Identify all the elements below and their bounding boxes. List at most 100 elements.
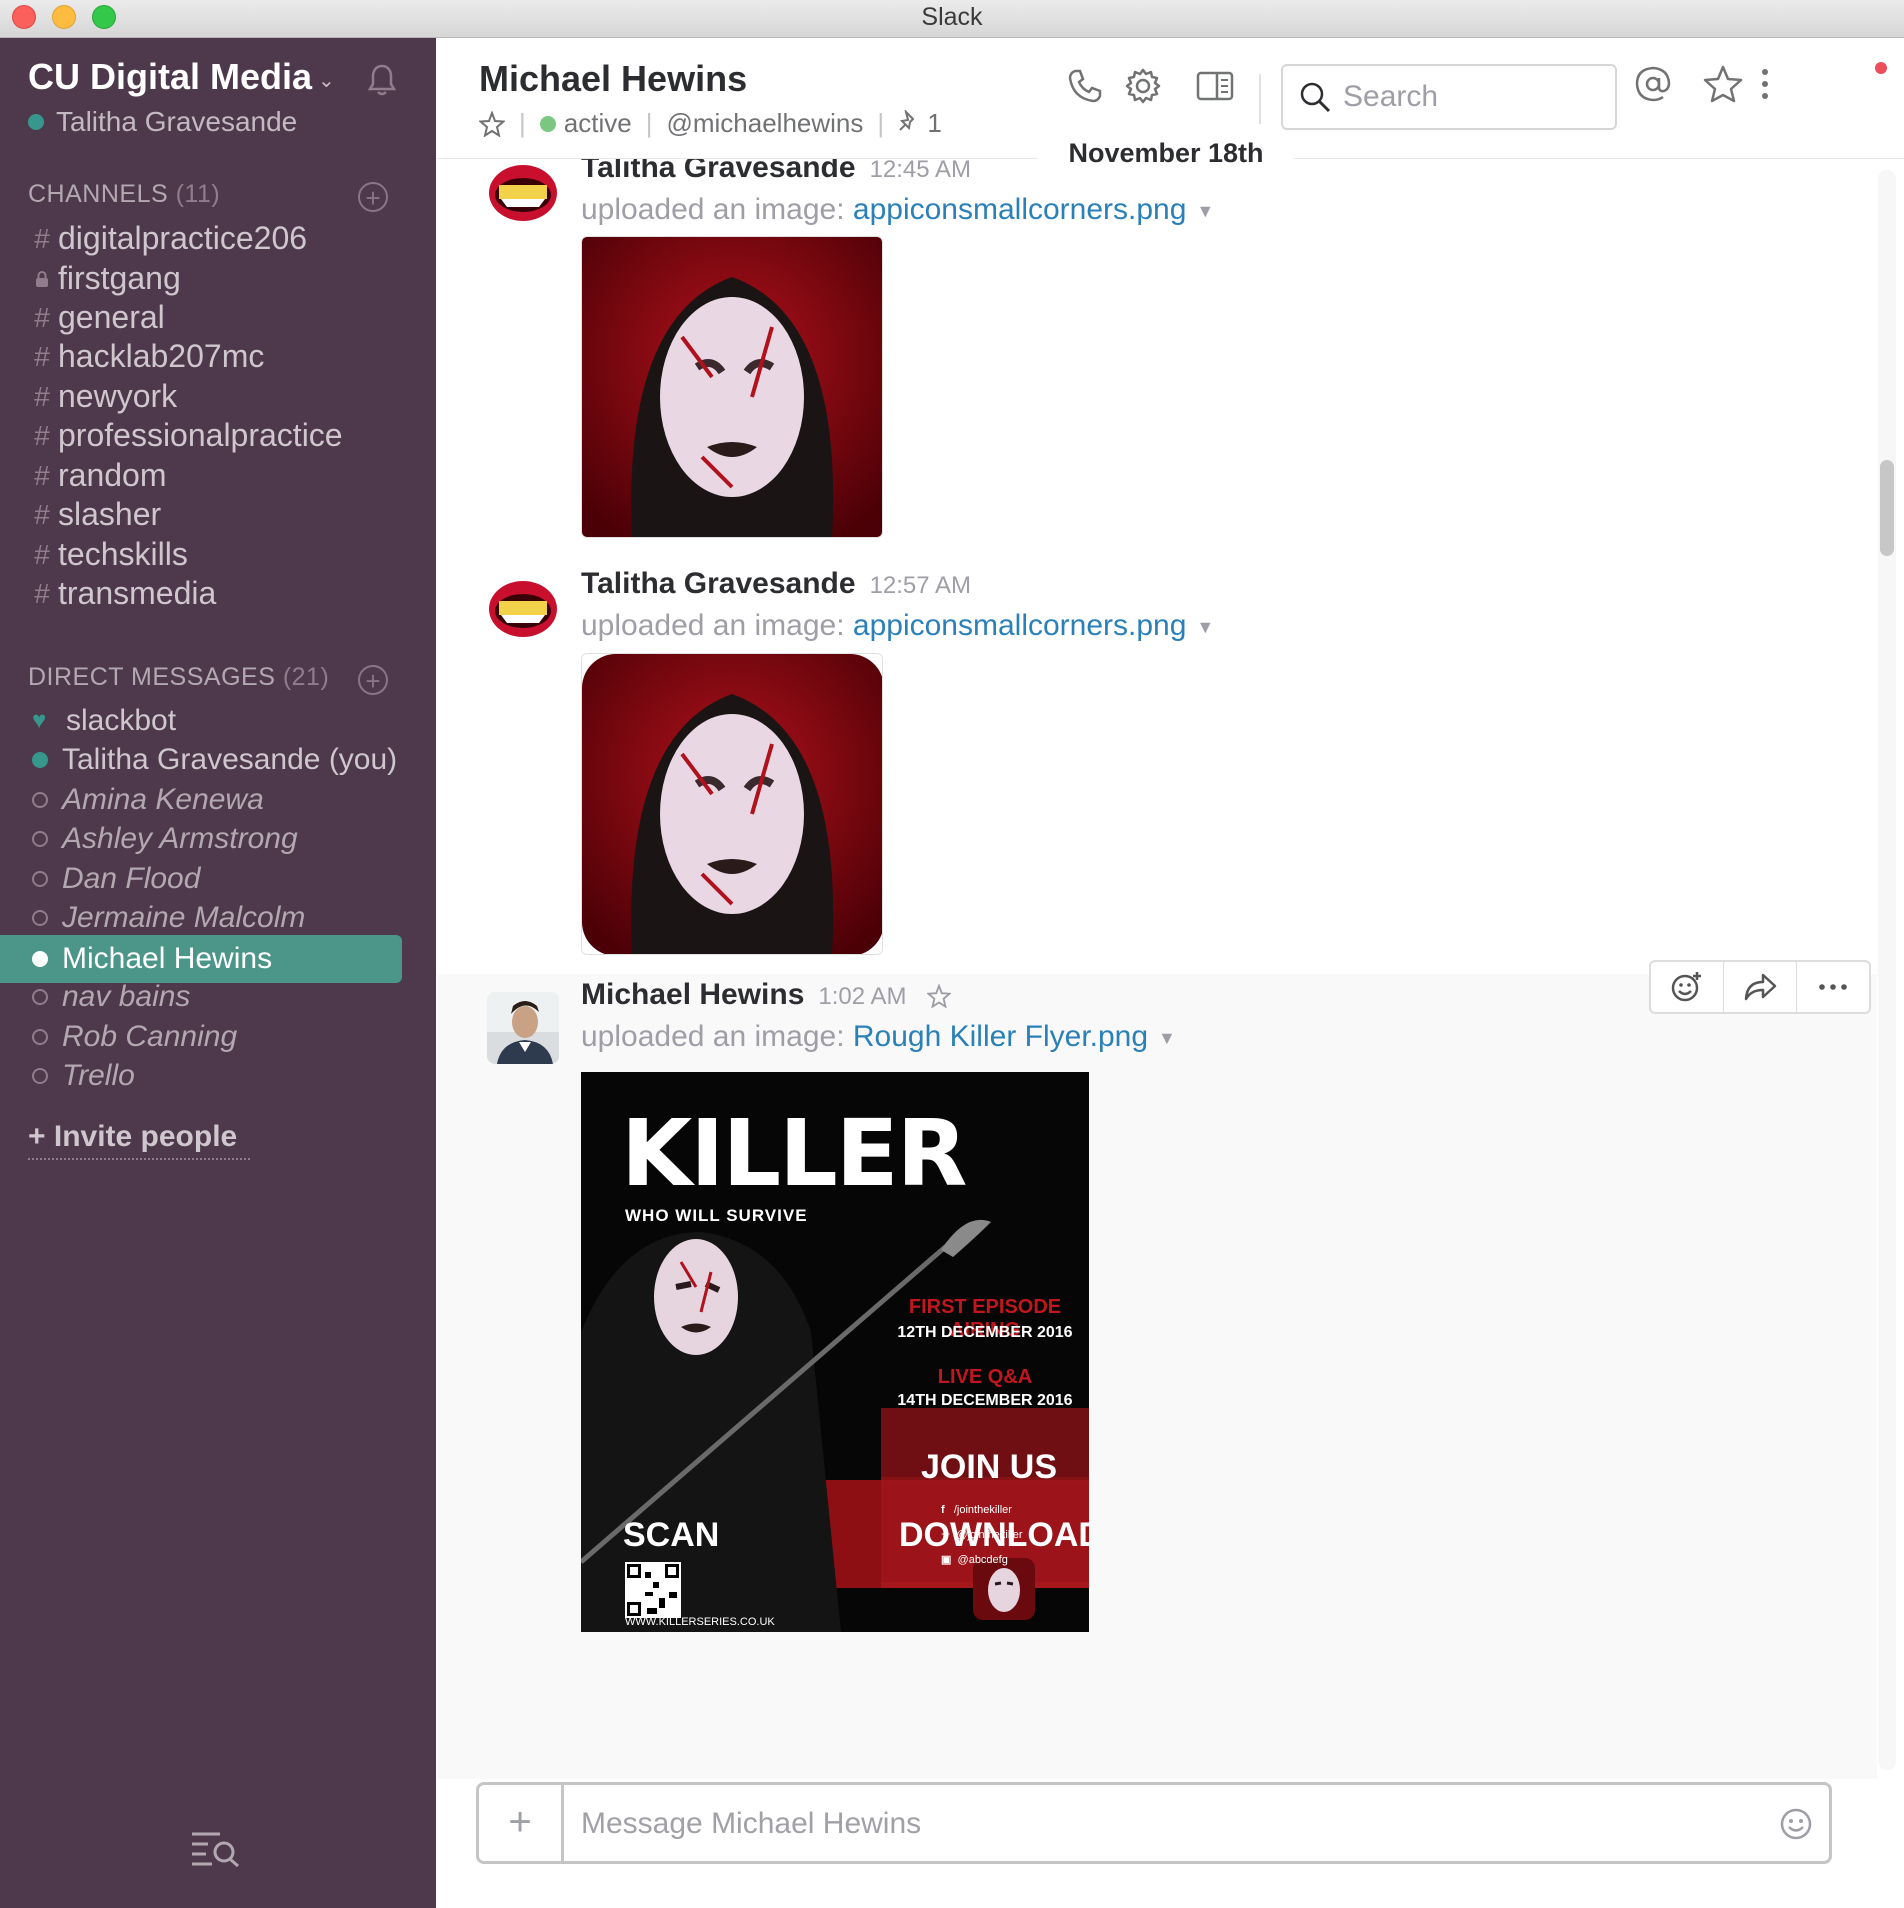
sidebar-item-slackbot[interactable]: ♥ slackbot: [32, 704, 176, 738]
sender-name[interactable]: Michael Hewins: [581, 978, 804, 1011]
timestamp[interactable]: 12:57 AM: [870, 572, 971, 599]
sender-name[interactable]: Talitha Gravesande: [581, 567, 856, 600]
image-thumbnail[interactable]: [581, 236, 883, 538]
avatar[interactable]: [487, 992, 559, 1064]
attach-file-button[interactable]: +: [479, 1785, 564, 1861]
online-status-icon: [32, 752, 48, 768]
sidebar-item-jermaine-malcolm[interactable]: Jermaine Malcolm: [32, 901, 305, 935]
sidebar-item-rob-canning[interactable]: Rob Canning: [32, 1020, 237, 1054]
sidebar-item-random[interactable]: # random: [34, 457, 166, 494]
chevron-down-icon[interactable]: ⌄: [318, 68, 335, 93]
avatar[interactable]: [487, 159, 559, 229]
file-link[interactable]: Rough Killer Flyer.png: [853, 1020, 1148, 1053]
sidebar-item-slasher[interactable]: # slasher: [34, 496, 161, 533]
sidebar-item-professionalpractice[interactable]: # professionalpractice: [34, 417, 342, 454]
message-text: uploaded an image:: [581, 1020, 845, 1053]
pinned-items[interactable]: 1: [898, 108, 942, 139]
caret-down-icon[interactable]: ▼: [1158, 1028, 1176, 1048]
divider: [1259, 74, 1261, 124]
channel-meta: | active | @michaelhewins | 1: [479, 108, 942, 139]
online-status-icon: [28, 114, 44, 130]
sidebar-item-trello[interactable]: Trello: [32, 1059, 135, 1093]
scrollbar-thumb[interactable]: [1880, 460, 1894, 556]
search-box[interactable]: [1281, 64, 1617, 130]
sidebar-item-general[interactable]: # general: [34, 299, 165, 336]
sidebar-item-nav-bains[interactable]: nav bains: [32, 980, 190, 1014]
dm-name: slackbot: [66, 704, 177, 737]
dm-count: (21): [282, 663, 330, 691]
file-link[interactable]: appiconsmallcorners.png: [853, 193, 1187, 226]
sidebar-item-dan-flood[interactable]: Dan Flood: [32, 862, 200, 896]
message-sender[interactable]: Talitha Gravesande 12:57 AM: [581, 567, 971, 601]
add-dm-icon[interactable]: +: [358, 665, 388, 695]
instagram-icon: ▣: [941, 1554, 952, 1566]
presence-status: active: [539, 108, 632, 139]
image-thumbnail-flyer[interactable]: KILLER WHO WILL SURVIVE FIRST EPISODE AI…: [581, 1072, 1089, 1632]
window-title: Slack: [921, 3, 983, 31]
sidebar-item-hacklab207mc[interactable]: # hacklab207mc: [34, 338, 264, 375]
sender-name[interactable]: Talitha Gravesande: [581, 159, 856, 184]
dm-label: DIRECT MESSAGES: [28, 663, 276, 691]
sidebar-item-talitha-gravesande[interactable]: Talitha Gravesande (you): [32, 743, 397, 777]
hash-icon: #: [34, 498, 50, 530]
sidebar-item-transmedia[interactable]: # transmedia: [34, 575, 216, 612]
invite-people-link[interactable]: + Invite people: [28, 1120, 250, 1160]
current-user[interactable]: Talitha Gravesande: [28, 106, 297, 138]
away-status-icon: [32, 1068, 48, 1084]
message-sender[interactable]: Talitha Gravesande 12:45 AM: [581, 159, 971, 185]
sidebar-item-firstgang[interactable]: firstgang: [34, 260, 181, 297]
bell-icon[interactable]: [366, 62, 398, 98]
direct-messages-header[interactable]: DIRECT MESSAGES (21): [28, 663, 329, 692]
message-sender[interactable]: Michael Hewins 1:02 AM: [581, 978, 952, 1012]
active-status-icon: [32, 951, 48, 967]
team-name[interactable]: CU Digital Media: [28, 56, 312, 98]
emoji-icon[interactable]: [1779, 1807, 1813, 1841]
channel-label: slasher: [58, 496, 162, 532]
sidebar-item-digitalpractice206[interactable]: # digitalpractice206: [34, 220, 307, 257]
channel-label: general: [58, 299, 165, 335]
dm-name: Talitha Gravesande (you): [62, 743, 398, 776]
share-message-button[interactable]: [1724, 962, 1797, 1012]
hash-icon: #: [34, 577, 50, 609]
date-divider: November 18th: [1038, 138, 1294, 169]
phone-icon[interactable]: [1065, 66, 1105, 106]
search-input[interactable]: [1341, 79, 1595, 115]
sidebar-toggle-icon[interactable]: [1195, 66, 1235, 106]
instagram-handle: @abcdefg: [957, 1554, 1008, 1566]
caret-down-icon[interactable]: ▼: [1196, 201, 1214, 221]
add-channel-icon[interactable]: +: [358, 182, 388, 212]
flyer-tagline: WHO WILL SURVIVE: [625, 1206, 808, 1225]
mentions-icon[interactable]: [1633, 64, 1673, 104]
sidebar-item-techskills[interactable]: # techskills: [34, 536, 188, 573]
add-reaction-button[interactable]: [1651, 962, 1724, 1012]
more-vertical-icon[interactable]: [1755, 64, 1775, 104]
more-actions-button[interactable]: [1797, 962, 1869, 1012]
pin-icon: [899, 108, 915, 131]
message-input[interactable]: [579, 1801, 1733, 1847]
timestamp[interactable]: 12:45 AM: [870, 159, 971, 183]
timestamp[interactable]: 1:02 AM: [818, 983, 906, 1010]
sidebar-item-michael-hewins[interactable]: Michael Hewins: [0, 935, 402, 983]
invite-label: Invite people: [53, 1120, 238, 1153]
sidebar: CU Digital Media ⌄ Talitha Gravesande CH…: [0, 38, 436, 1908]
message-composer: +: [476, 1782, 1832, 1864]
gear-icon[interactable]: [1123, 66, 1163, 106]
caret-down-icon[interactable]: ▼: [1196, 617, 1214, 637]
flyer-qa-date: 14TH DECEMBER 2016: [897, 1392, 1073, 1409]
away-status-icon: [32, 871, 48, 887]
notification-badge: [1875, 62, 1887, 74]
star-icon[interactable]: [479, 110, 505, 137]
starred-items-icon[interactable]: [1703, 64, 1743, 104]
image-thumbnail[interactable]: [581, 653, 883, 955]
star-icon[interactable]: [925, 983, 952, 1009]
file-link[interactable]: appiconsmallcorners.png: [853, 609, 1187, 642]
add-reaction-icon: [1671, 972, 1701, 1002]
avatar[interactable]: [487, 573, 559, 645]
hash-icon: #: [34, 380, 50, 412]
sidebar-item-amina-kenewa[interactable]: Amina Kenewa: [32, 783, 264, 817]
channels-header[interactable]: CHANNELS (11): [28, 180, 220, 209]
sidebar-item-newyork[interactable]: # newyork: [34, 378, 177, 415]
sidebar-item-ashley-armstrong[interactable]: Ashley Armstrong: [32, 822, 298, 856]
away-status-icon: [32, 910, 48, 926]
quick-switcher-icon[interactable]: [190, 1828, 242, 1868]
